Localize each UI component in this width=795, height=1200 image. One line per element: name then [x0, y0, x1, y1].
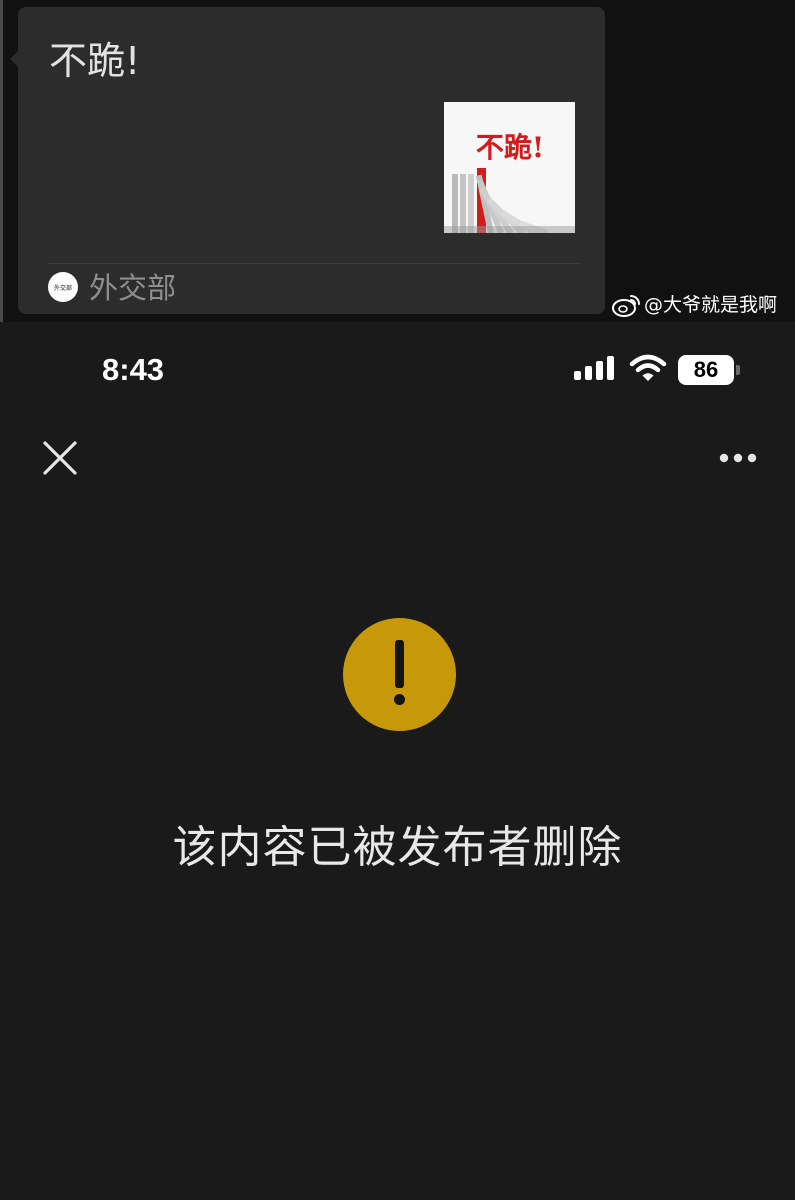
- bubble-tail: [10, 51, 18, 67]
- battery-tip: [736, 365, 740, 375]
- more-options-button[interactable]: [712, 444, 764, 472]
- thumbnail-image: 不跪!: [444, 102, 575, 233]
- source-avatar[interactable]: 外交部: [48, 272, 78, 302]
- close-button[interactable]: [38, 436, 82, 480]
- warning-exclamation-bar: [395, 640, 404, 688]
- shared-message-panel: 不跪! 不跪! 外交部 外交部 @大爷就是我啊: [0, 0, 795, 322]
- phone-screen: 8:43 86 该内容已被发布者删除: [0, 322, 795, 1200]
- panel-edge-divider: [0, 0, 3, 322]
- content-deleted-message: 该内容已被发布者删除: [172, 822, 623, 873]
- article-thumbnail[interactable]: 不跪!: [444, 102, 575, 233]
- source-logo-text: 外交部: [54, 284, 72, 292]
- cellular-signal-icon: [574, 356, 614, 380]
- thumbnail-title: 不跪!: [476, 131, 544, 164]
- watermark-text: @大爷就是我啊: [644, 294, 778, 316]
- status-time: 8:43: [102, 352, 165, 387]
- wifi-icon: [629, 354, 667, 381]
- source-name[interactable]: 外交部: [89, 270, 176, 306]
- battery-level: 86: [693, 357, 719, 382]
- weibo-watermark: @大爷就是我啊: [611, 290, 777, 320]
- article-title: 不跪!: [49, 39, 141, 83]
- battery-body: 86: [678, 355, 734, 385]
- warning-exclamation-dot: [394, 694, 405, 705]
- weibo-icon: [612, 295, 640, 317]
- source-logo: 外交部: [54, 284, 72, 292]
- card-divider: [49, 263, 579, 264]
- shared-article-card[interactable]: 不跪! 不跪! 外交部 外交部: [10, 7, 605, 314]
- close-icon: [43, 441, 77, 475]
- warning-icon: [343, 618, 456, 731]
- battery-icon: 86: [678, 355, 740, 385]
- more-options-icon: [719, 453, 757, 463]
